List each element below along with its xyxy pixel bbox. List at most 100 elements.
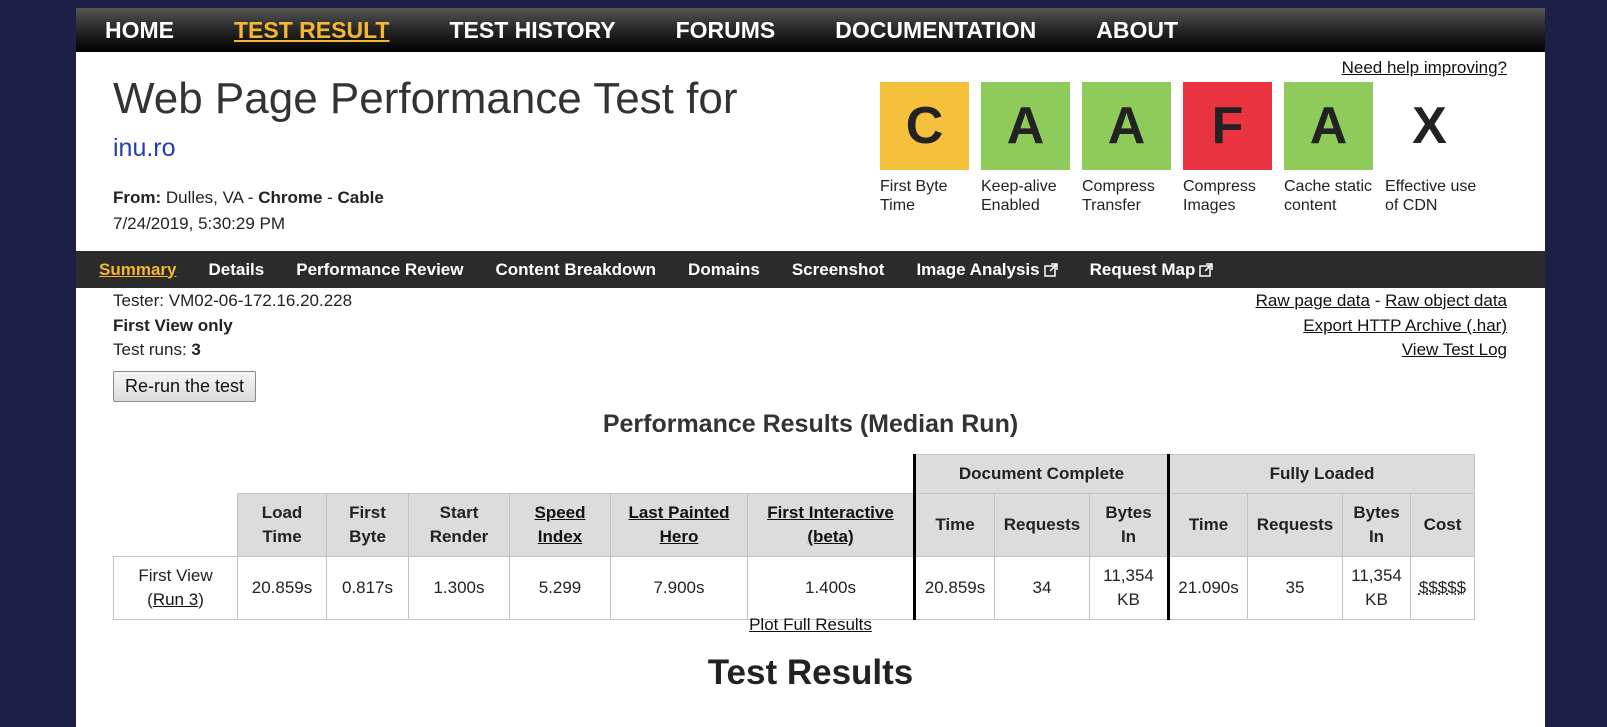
col-doc-bytes: Bytes In [1089, 493, 1169, 557]
grade-cdn[interactable]: X Effective use of CDN [1385, 82, 1476, 215]
first-byte-value: 0.817s [326, 556, 409, 620]
nav-about[interactable]: ABOUT [1096, 17, 1178, 44]
test-runs-label: Test runs: [113, 340, 192, 359]
tab-content-breakdown[interactable]: Content Breakdown [495, 260, 656, 280]
page: HOME TEST RESULT TEST HISTORY FORUMS DOC… [76, 8, 1545, 727]
grade-box[interactable]: C [880, 82, 969, 170]
grade-compress-images[interactable]: F Compress Images [1183, 82, 1272, 215]
full-time-value: 21.090s [1167, 556, 1248, 620]
nav-forums[interactable]: FORUMS [676, 17, 776, 44]
external-link-icon [1199, 262, 1214, 277]
view-mode: First View only [113, 316, 233, 335]
nav-test-history[interactable]: TEST HISTORY [449, 17, 615, 44]
group-document-complete: Document Complete [913, 454, 1169, 494]
grade-box[interactable]: A [1284, 82, 1373, 170]
col-doc-time: Time [913, 493, 995, 557]
test-results-heading: Test Results [707, 653, 914, 692]
col-first-interactive[interactable]: First Interactive (beta) [747, 493, 915, 557]
table-row: First View (Run 3) 20.859s 0.817s 1.300s … [113, 556, 1475, 620]
grade-compress-transfer[interactable]: A Compress Transfer [1082, 82, 1171, 215]
tab-details[interactable]: Details [208, 260, 264, 280]
col-speed-index[interactable]: Speed Index [509, 493, 611, 557]
grade-label: Compress Images [1183, 178, 1256, 214]
raw-page-data-link[interactable]: Raw page data [1256, 291, 1370, 310]
tab-request-map[interactable]: Request Map [1090, 260, 1214, 280]
export-har-link[interactable]: Export HTTP Archive (.har) [1303, 316, 1507, 336]
col-full-time: Time [1167, 493, 1248, 557]
table-column-header-row: Load Time First Byte Start Render Speed Inde… [113, 493, 1475, 557]
plot-full-results: Plot Full Results [76, 615, 1545, 635]
plot-full-results-link[interactable]: Plot Full Results [749, 615, 872, 634]
tab-domains[interactable]: Domains [688, 260, 760, 280]
separator: - [1369, 291, 1386, 310]
tab-label: Content Breakdown [495, 259, 657, 279]
blank-cell [113, 454, 915, 494]
test-runs-value: 3 [191, 340, 201, 359]
cost-value[interactable]: $$$$$ [1410, 556, 1475, 620]
start-render-value: 1.300s [408, 556, 510, 620]
grade-label: Compress Transfer [1082, 178, 1155, 214]
location-text: Dulles, VA [165, 188, 244, 207]
col-doc-requests: Requests [994, 493, 1090, 557]
run-3-link[interactable]: Run 3 [153, 590, 198, 609]
top-nav: HOME TEST RESULT TEST HISTORY FORUMS DOC… [76, 8, 1545, 52]
tab-label: Performance Review [296, 259, 464, 279]
page-title: Web Page Performance Test for [113, 74, 738, 123]
separator: - [322, 188, 338, 207]
col-first-byte: First Byte [326, 493, 409, 557]
grade-label: Effective use of CDN [1385, 178, 1477, 214]
nav-documentation[interactable]: DOCUMENTATION [835, 17, 1036, 44]
nav-test-result[interactable]: TEST RESULT [234, 17, 389, 44]
tested-url-link[interactable]: inu.ro [113, 134, 176, 163]
test-runs: Test runs: 3 [113, 340, 201, 360]
doc-requests-value: 34 [994, 556, 1090, 620]
speed-index-value: 5.299 [509, 556, 611, 620]
row-label-first-view: First View (Run 3) [113, 556, 238, 620]
tab-label: Domains [688, 259, 760, 279]
view-test-log-link[interactable]: View Test Log [1402, 340, 1507, 360]
grade-keep-alive[interactable]: A Keep-alive Enabled [981, 82, 1070, 215]
col-cost: Cost [1410, 493, 1475, 557]
doc-bytes-value: 11,354 KB [1089, 556, 1169, 620]
doc-time-value: 20.859s [913, 556, 995, 620]
tab-label: Summary [99, 259, 177, 279]
tab-label: Image Analysis [916, 259, 1040, 279]
grade-box[interactable]: X [1385, 82, 1474, 170]
nav-home[interactable]: HOME [105, 17, 174, 44]
tab-label: Screenshot [791, 259, 885, 279]
separator: - [243, 188, 259, 207]
tab-screenshot[interactable]: Screenshot [792, 260, 885, 280]
raw-object-data-link[interactable]: Raw object data [1385, 291, 1507, 310]
rerun-test-button[interactable]: Re-run the test [113, 371, 257, 402]
results-table: Document Complete Fully Loaded Load Time … [113, 454, 1475, 620]
col-load-time: Load Time [237, 493, 327, 557]
grade-box[interactable]: A [981, 82, 1070, 170]
load-time-value: 20.859s [237, 556, 327, 620]
need-help-link[interactable]: Need help improving? [1342, 58, 1507, 78]
grade-cache-static[interactable]: A Cache static content [1284, 82, 1373, 215]
grade-label: Keep-alive Enabled [981, 178, 1057, 214]
from-label: From: [113, 188, 162, 207]
tab-image-analysis[interactable]: Image Analysis [916, 259, 1058, 280]
tab-summary[interactable]: Summary [99, 260, 176, 280]
col-full-requests: Requests [1247, 493, 1343, 557]
tab-performance-review[interactable]: Performance Review [296, 260, 463, 280]
col-start-render: Start Render [408, 493, 510, 557]
grade-label: Cache static content [1284, 178, 1373, 214]
grade-first-byte-time[interactable]: C First Byte Time [880, 82, 969, 215]
browser-text: Chrome [258, 188, 323, 207]
grade-box[interactable]: A [1082, 82, 1171, 170]
first-interactive-value: 1.400s [747, 556, 915, 620]
group-fully-loaded: Fully Loaded [1167, 454, 1475, 494]
col-last-painted-hero[interactable]: Last Painted Hero [610, 493, 748, 557]
grade-box[interactable]: F [1183, 82, 1272, 170]
external-link-icon [1043, 262, 1058, 277]
tab-label: Request Map [1089, 259, 1196, 279]
tab-label: Details [208, 259, 265, 279]
raw-data-links: Raw page data - Raw object data [1256, 291, 1507, 311]
tester-info: Tester: VM02-06-172.16.20.228 [113, 291, 353, 310]
table-group-header-row: Document Complete Fully Loaded [113, 454, 1475, 494]
last-painted-hero-value: 7.900s [610, 556, 748, 620]
test-location: From: Dulles, VA - Chrome - Cable [113, 188, 384, 208]
full-requests-value: 35 [1247, 556, 1343, 620]
